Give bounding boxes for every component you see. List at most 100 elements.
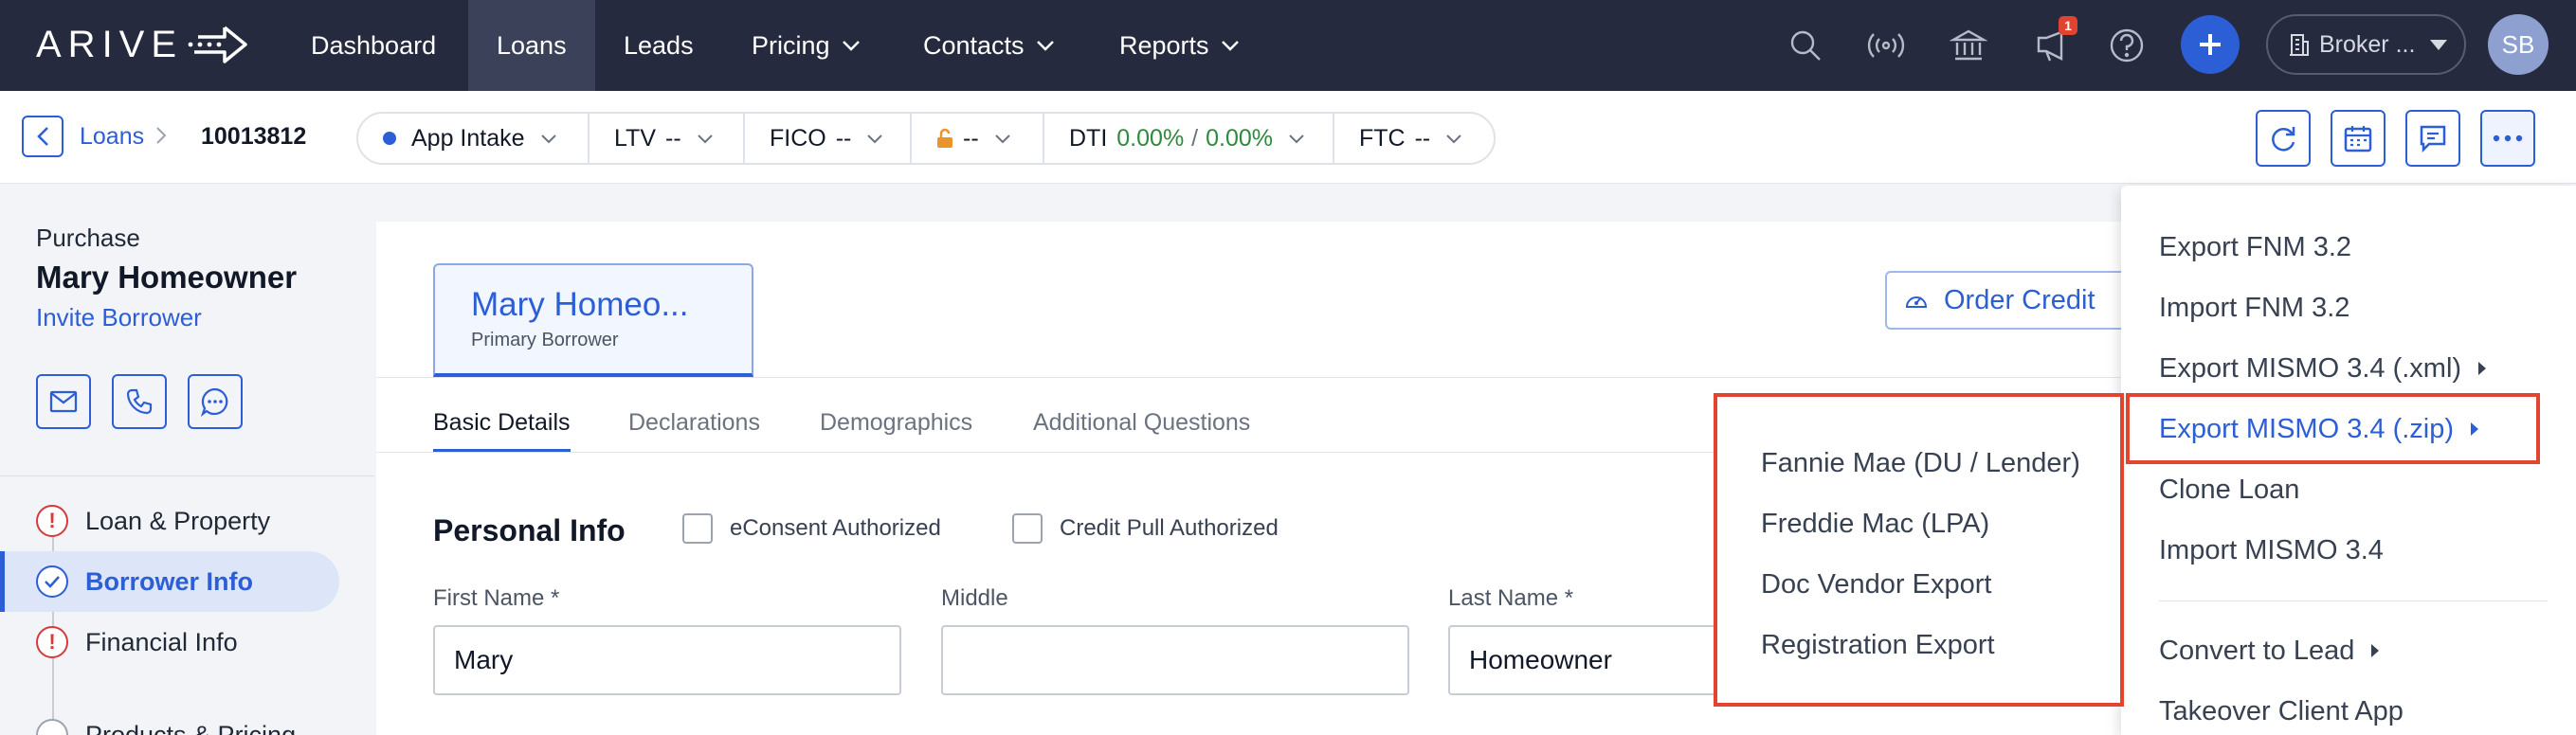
borrower-tab-primary[interactable]: Mary Homeo... Primary Borrower [433,263,753,377]
announcement-icon[interactable]: 1 [2030,16,2077,68]
status-dropdown[interactable]: App Intake [358,114,590,163]
search-icon[interactable] [1783,23,1828,68]
menu-item-label: Import FNM 3.2 [2159,292,2350,323]
borrower-tab-name: Mary Homeo... [471,286,689,323]
nav-dashboard[interactable]: Dashboard [282,0,464,91]
nav-contacts[interactable]: Contacts [895,0,1083,91]
nav-leads[interactable]: Leads [595,0,722,91]
pending-icon [36,719,68,735]
menu-item-label: Takeover Client App [2159,695,2404,726]
econsent-checkbox[interactable]: eConsent Authorized [682,513,941,544]
menu-item-import-fnm[interactable]: Import FNM 3.2 [2121,278,2576,337]
refresh-button[interactable] [2256,110,2311,167]
menu-item-label: Export FNM 3.2 [2159,231,2352,262]
menu-item-export-mismo-xml[interactable]: Export MISMO 3.4 (.xml) [2121,339,2576,398]
caret-right-icon [2478,362,2487,375]
calendar-button[interactable] [2331,110,2386,167]
error-icon: ! [36,626,68,658]
help-icon[interactable] [2104,23,2150,68]
broadcast-icon[interactable] [1863,23,1909,68]
chevron-down-icon [1036,41,1054,51]
submenu-item-freddie-mac[interactable]: Freddie Mac (LPA) [1717,495,2120,552]
sidebar-item-borrower-info[interactable]: Borrower Info [0,551,339,612]
user-avatar[interactable]: SB [2488,14,2549,75]
submenu-item-doc-vendor-export[interactable]: Doc Vendor Export [1717,556,2120,613]
invite-borrower-link[interactable]: Invite Borrower [36,303,202,332]
more-actions-button[interactable] [2480,110,2535,167]
nav-reports[interactable]: Reports [1091,0,1268,91]
phone-icon [126,388,153,415]
ltv-value: -- [665,124,681,152]
menu-item-convert-to-lead[interactable]: Convert to Lead [2121,621,2576,680]
create-new-button[interactable] [2181,15,2240,74]
chevron-left-icon [37,127,48,146]
breadcrumb-loans-link[interactable]: Loans [80,123,144,151]
ltv-dropdown[interactable]: LTV -- [590,114,745,163]
menu-item-import-mismo[interactable]: Import MISMO 3.4 [2121,521,2576,580]
nav-pricing[interactable]: Pricing [723,0,889,91]
chevron-down-icon [1289,134,1304,143]
credit-pull-label: Credit Pull Authorized [1060,515,1279,541]
nav-pricing-label: Pricing [752,30,830,60]
comment-icon [2420,125,2446,153]
comments-button[interactable] [2405,110,2460,167]
credit-pull-checkbox[interactable]: Credit Pull Authorized [1012,513,1279,544]
error-icon: ! [36,505,68,537]
ftc-label: FTC [1359,124,1406,152]
tab-declarations[interactable]: Declarations [628,409,760,437]
middle-name-label: Middle [941,585,1008,611]
menu-item-export-fnm[interactable]: Export FNM 3.2 [2121,218,2576,277]
phone-button[interactable] [112,374,167,429]
sidebar-item-label: Loan & Property [85,506,271,535]
loan-header-bar: Loans 10013812 App Intake LTV -- FICO --… [0,91,2576,184]
checkbox-box [1012,513,1043,544]
fico-dropdown[interactable]: FICO -- [745,114,912,163]
sidebar-item-products-pricing[interactable]: Products & Pricing [0,705,339,735]
menu-item-export-mismo-zip[interactable]: Export MISMO 3.4 (.zip) [2121,400,2576,458]
rate-lock-dropdown[interactable]: -- [912,114,1044,163]
more-horizontal-icon [2493,134,2523,142]
menu-item-clone-loan[interactable]: Clone Loan [2121,460,2576,519]
chevron-right-icon [156,127,167,144]
ltv-label: LTV [614,124,656,152]
nav-contacts-label: Contacts [923,30,1025,60]
submenu-item-registration-export[interactable]: Registration Export [1717,617,2120,673]
menu-item-takeover-client-app[interactable]: Takeover Client App [2121,682,2576,735]
email-button[interactable] [36,374,91,429]
sidebar-item-loan-property[interactable]: ! Loan & Property [0,491,339,551]
check-icon [36,565,68,598]
envelope-icon [49,390,78,413]
bank-icon[interactable] [1946,23,1991,68]
arive-logo[interactable]: ARIVE [36,21,249,68]
sidebar-item-label: Borrower Info [85,566,254,596]
menu-item-label: Import MISMO 3.4 [2159,534,2384,565]
order-credit-label: Order Credit [1944,284,2095,315]
nav-loans-label: Loans [497,30,567,60]
loan-metrics-bar: App Intake LTV -- FICO -- -- DTI 0.00% /… [356,112,1496,165]
tab-demographics[interactable]: Demographics [820,409,972,437]
dti-dropdown[interactable]: DTI 0.00% / 0.00% [1044,114,1334,163]
fico-value: -- [835,124,852,152]
sidebar-item-label: Products & Pricing [85,720,297,735]
tab-additional-questions[interactable]: Additional Questions [1033,409,1250,437]
nav-loans[interactable]: Loans [468,0,595,91]
submenu-item-fannie-mae[interactable]: Fannie Mae (DU / Lender) [1717,435,2120,492]
broker-select[interactable]: Broker ... [2266,14,2466,75]
nav-reports-label: Reports [1119,30,1209,60]
tab-basic-details[interactable]: Basic Details [433,409,571,452]
chevron-down-icon [842,41,860,51]
chevron-down-icon [867,134,883,143]
rate-lock-value: -- [963,124,979,152]
status-dot [383,132,396,145]
chevron-down-icon [697,134,713,143]
back-button[interactable] [22,116,63,157]
nav-leads-label: Leads [624,30,694,60]
chat-button[interactable] [188,374,243,429]
sidebar-borrower-name: Mary Homeowner [36,260,298,295]
first-name-field[interactable]: Mary [433,625,901,695]
middle-name-field[interactable] [941,625,1409,695]
sidebar-item-financial-info[interactable]: ! Financial Info [0,612,339,672]
chevron-down-icon [540,134,556,143]
ftc-dropdown[interactable]: FTC -- [1334,114,1490,163]
broker-select-value: Broker ... [2319,30,2416,58]
